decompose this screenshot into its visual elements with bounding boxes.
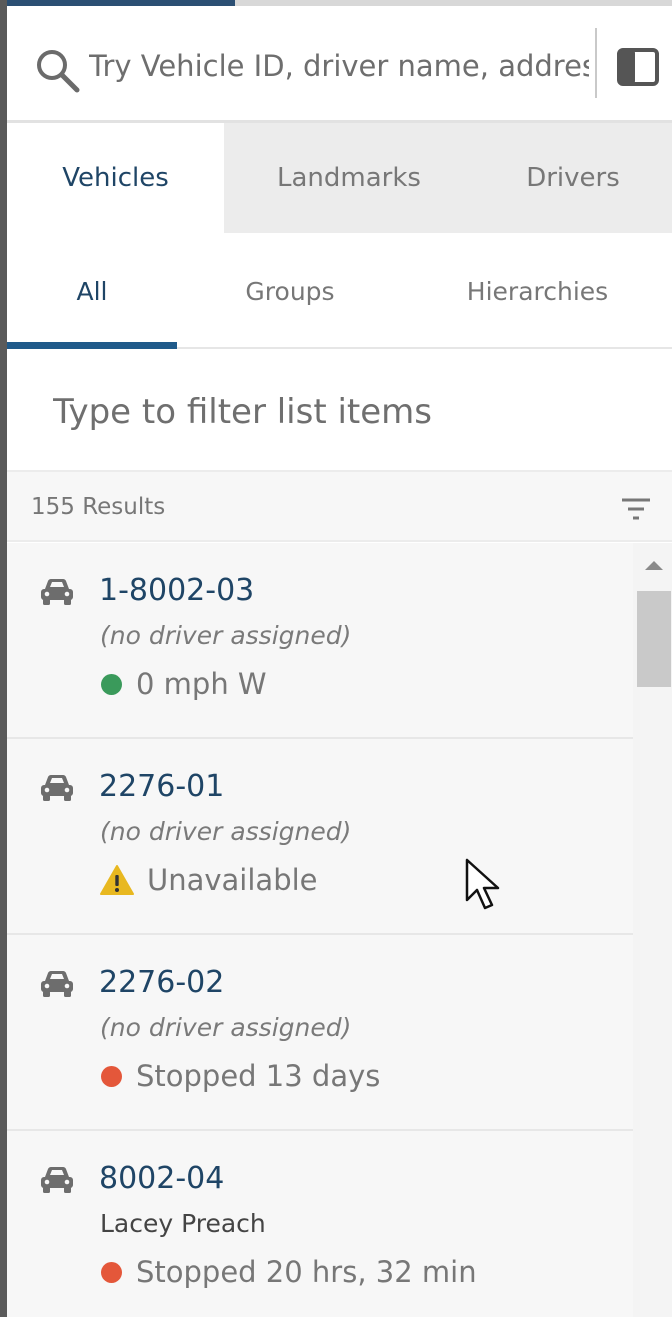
scrollbar-thumb[interactable] [637, 591, 671, 687]
tab-landmarks[interactable]: Landmarks [224, 123, 474, 233]
vehicle-status: Stopped 13 days [99, 1059, 380, 1093]
subtab-all[interactable]: All [7, 233, 177, 349]
stopped-status-dot-icon [101, 1261, 122, 1283]
window-left-edge [0, 0, 7, 1317]
car-icon [41, 775, 73, 801]
driver-name: (no driver assigned) [100, 817, 352, 846]
status-text: Stopped 20 hrs, 32 min [136, 1255, 477, 1289]
filter-lines-icon[interactable] [619, 496, 653, 522]
list-item[interactable]: 1-8002-03 (no driver assigned) 0 mph W [7, 543, 633, 739]
tab-drivers[interactable]: Drivers [474, 123, 672, 233]
subtab-hierarchies[interactable]: Hierarchies [403, 233, 672, 349]
status-text: 0 mph W [136, 667, 267, 701]
results-bar: 155 Results [7, 472, 672, 542]
filter-box [7, 350, 672, 472]
vehicle-list: 1-8002-03 (no driver assigned) 0 mph W 2… [7, 543, 633, 1317]
list-item[interactable]: 2276-02 (no driver assigned) Stopped 13 … [7, 935, 633, 1131]
vehicle-id[interactable]: 1-8002-03 [99, 573, 254, 608]
filter-input[interactable] [53, 382, 653, 442]
vehicle-id[interactable]: 8002-04 [99, 1161, 224, 1196]
search-icon[interactable] [33, 46, 81, 94]
vehicle-id[interactable]: 2276-01 [99, 769, 224, 804]
vehicle-id[interactable]: 2276-02 [99, 965, 224, 1000]
car-icon [41, 579, 73, 605]
panel-toggle-icon[interactable] [617, 48, 659, 86]
driver-name: (no driver assigned) [100, 621, 352, 650]
list-item[interactable]: 8002-04 Lacey Preach Stopped 20 hrs, 32 … [7, 1131, 633, 1317]
moving-status-dot-icon [101, 673, 122, 695]
car-icon [41, 1167, 73, 1193]
vehicle-status: 0 mph W [99, 667, 267, 701]
results-count: 155 Results [31, 494, 166, 520]
main-tabs: Vehicles Landmarks Drivers [7, 123, 672, 233]
scroll-up-arrow-icon[interactable] [645, 561, 663, 570]
stopped-status-dot-icon [101, 1065, 122, 1087]
vehicle-status: Stopped 20 hrs, 32 min [99, 1255, 477, 1289]
subtab-groups[interactable]: Groups [177, 233, 403, 349]
tab-vehicles[interactable]: Vehicles [7, 123, 224, 233]
status-text: Stopped 13 days [136, 1059, 381, 1093]
status-text: Unavailable [147, 863, 318, 897]
search-input[interactable] [89, 36, 589, 96]
active-subtab-indicator [7, 342, 177, 349]
list-scrollbar[interactable] [633, 543, 672, 1317]
driver-name: (no driver assigned) [100, 1013, 352, 1042]
car-icon [41, 971, 73, 997]
driver-name: Lacey Preach [100, 1209, 266, 1238]
list-item[interactable]: 2276-01 (no driver assigned) Unavailable [7, 739, 633, 935]
search-divider [595, 28, 597, 98]
sub-tabs: All Groups Hierarchies [7, 233, 672, 349]
search-bar [7, 6, 672, 123]
vehicle-status: Unavailable [99, 863, 318, 897]
warning-icon [100, 865, 134, 895]
